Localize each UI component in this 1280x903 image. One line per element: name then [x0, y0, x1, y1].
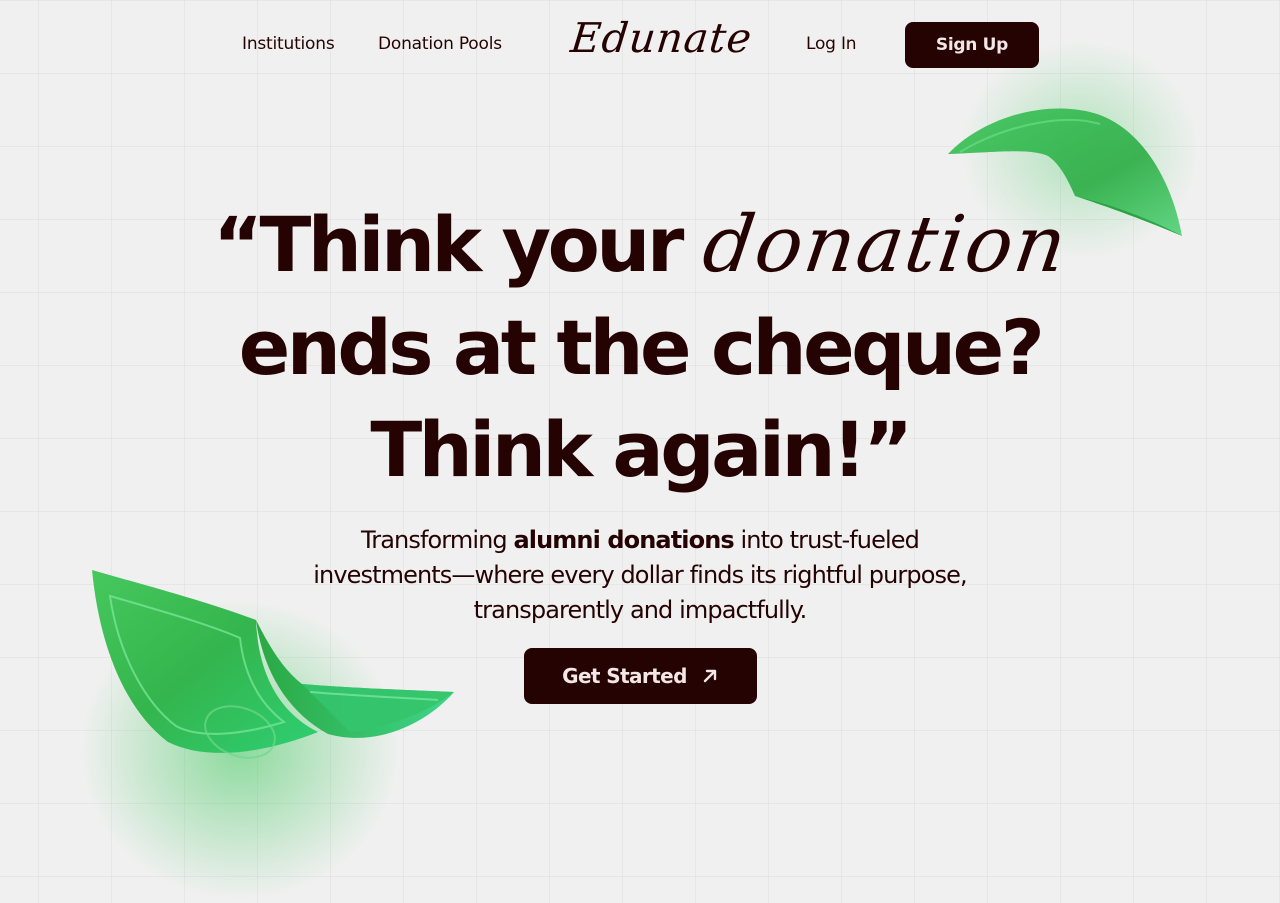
login-link[interactable]: Log In — [806, 34, 857, 54]
arrow-up-right-icon — [703, 669, 717, 683]
subtitle-line-1: Transforming alumni donations into trust… — [240, 523, 1040, 558]
nav-link-institutions[interactable]: Institutions — [242, 34, 335, 54]
subtitle-emphasis: alumni donations — [513, 526, 734, 554]
hero-subtitle: Transforming alumni donations into trust… — [240, 523, 1040, 628]
subtitle-line-2: investments—where every dollar finds its… — [313, 561, 967, 589]
headline-script-word: donation — [697, 200, 1074, 290]
subtitle-text: Transforming — [361, 526, 514, 554]
subtitle-line-3: transparently and impactfully. — [473, 596, 808, 624]
headline-line-1: “Think your donation — [0, 200, 1280, 290]
headline-text: “Think your — [213, 200, 704, 289]
headline-line-3: Think again!” — [370, 405, 913, 494]
bill-glow-bottom — [80, 600, 400, 900]
nav-link-donation-pools[interactable]: Donation Pools — [378, 34, 502, 54]
headline-line-2: ends at the cheque? — [238, 303, 1045, 392]
get-started-label: Get Started — [562, 664, 687, 688]
get-started-button[interactable]: Get Started — [524, 648, 757, 704]
logo[interactable]: Edunate — [568, 14, 754, 62]
signup-button[interactable]: Sign Up — [905, 22, 1039, 68]
subtitle-text: into trust-fueled — [733, 526, 919, 554]
